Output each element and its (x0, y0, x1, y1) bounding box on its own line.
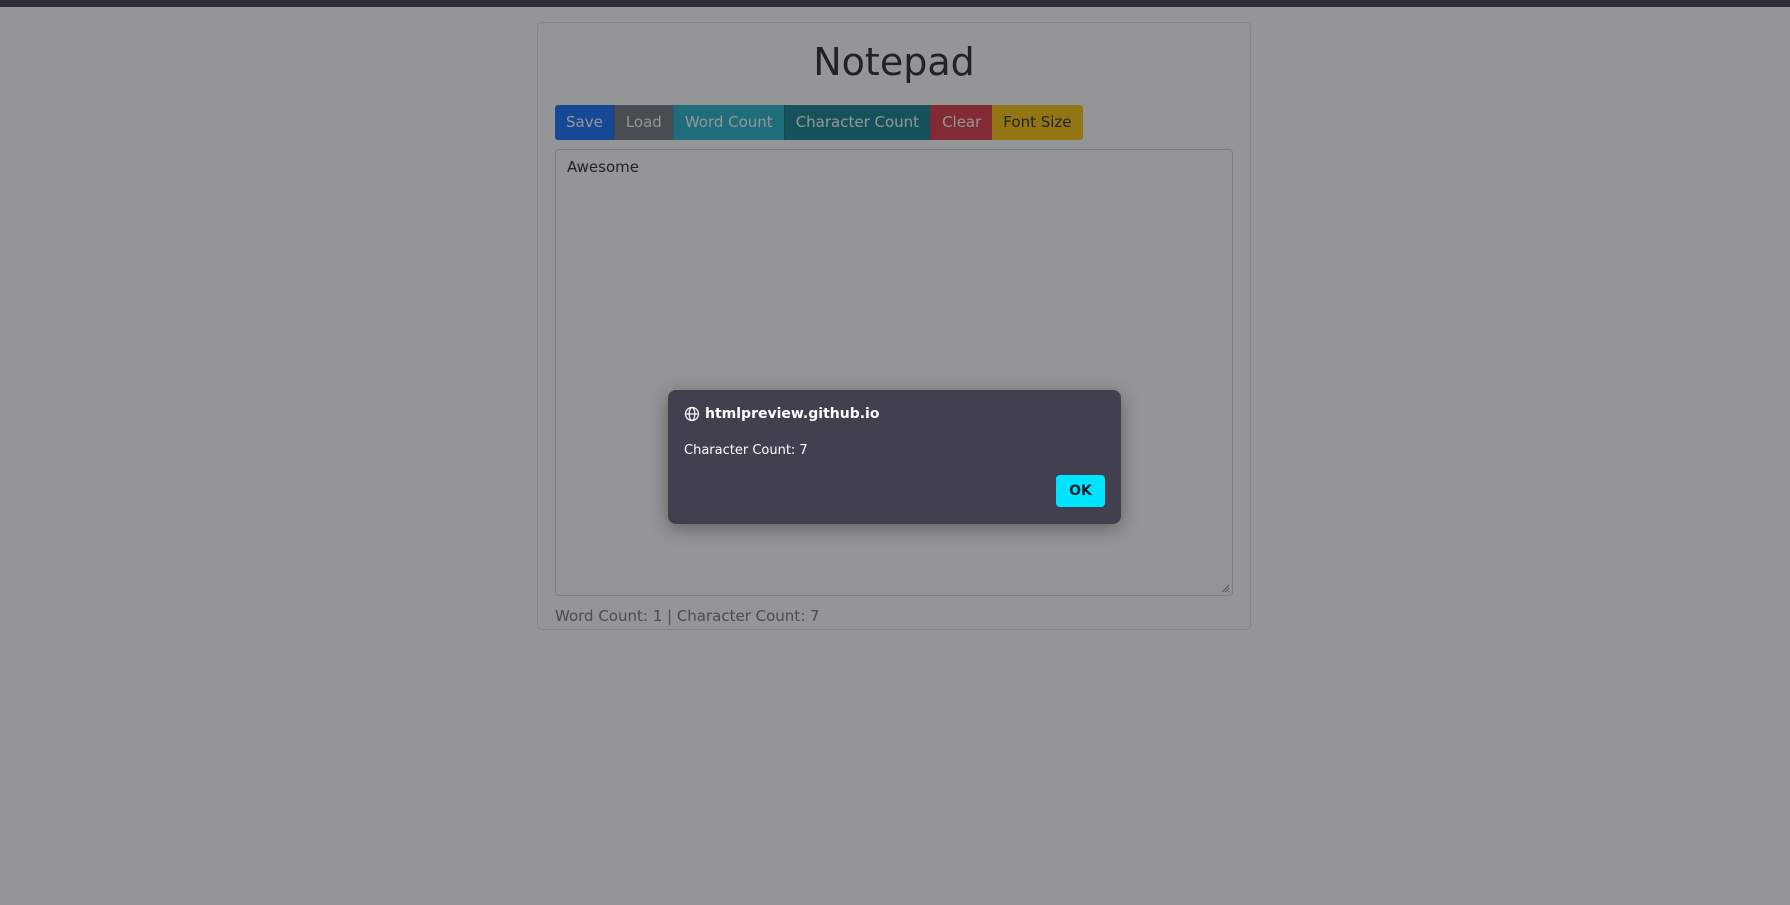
alert-dialog: htmlpreview.github.io Character Count: 7… (668, 390, 1121, 524)
globe-icon (684, 406, 700, 422)
ok-button[interactable]: OK (1056, 475, 1105, 507)
dialog-origin: htmlpreview.github.io (705, 406, 880, 422)
dialog-message: Character Count: 7 (684, 443, 808, 458)
dialog-header: htmlpreview.github.io (684, 406, 879, 422)
